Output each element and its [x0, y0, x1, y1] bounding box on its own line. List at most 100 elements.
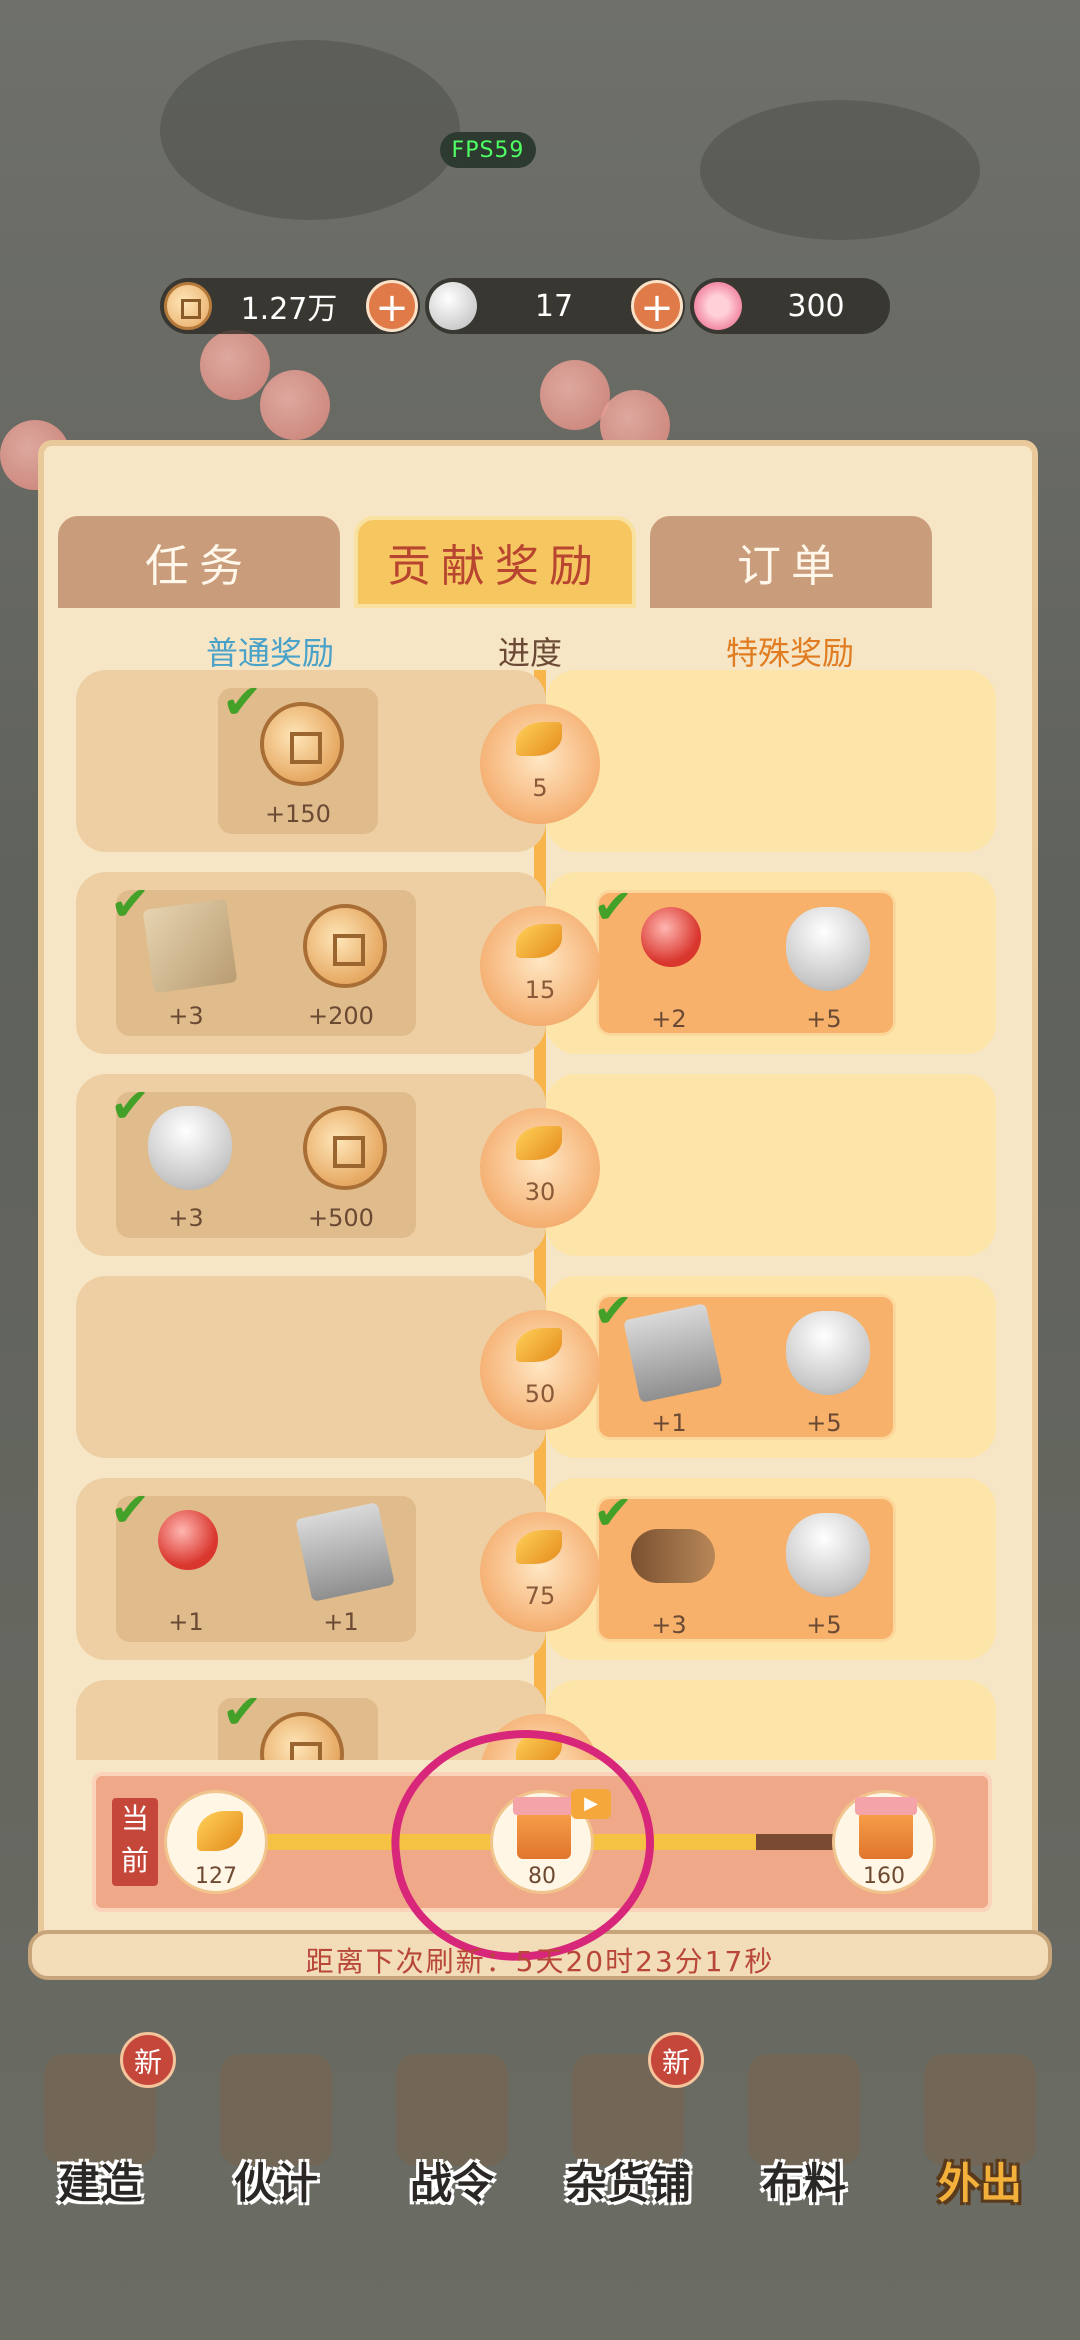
- nav-go-out[interactable]: 外出: [900, 2040, 1060, 2220]
- tab-contribution-rewards[interactable]: 贡献奖励: [354, 516, 636, 608]
- reward-quantity: +3: [168, 1204, 204, 1232]
- reward-row: +1 ✔ +1 +3 ✔ +5 75: [76, 1478, 996, 1660]
- reward-item[interactable]: +5: [754, 893, 894, 1039]
- reward-quantity: +1: [651, 1409, 687, 1437]
- special-reward-area: [546, 670, 996, 852]
- nav-general-store[interactable]: 新 杂货铺: [548, 2032, 708, 2220]
- silver-ingot-icon: [148, 1106, 232, 1190]
- reward-quantity: +500: [308, 1204, 374, 1232]
- reward-row: +3 ✔ +500 30: [76, 1074, 996, 1256]
- add-silver-button[interactable]: +: [631, 280, 683, 332]
- header-special-rewards: 特殊奖励: [725, 634, 854, 672]
- special-reward-area: [546, 1074, 996, 1256]
- special-reward-area: +1 ✔ +5: [546, 1276, 996, 1458]
- gift-box-icon: [855, 1797, 917, 1859]
- reward-list[interactable]: +150 ✔ 5 +3 ✔ +200 +2 ✔ +5 15 +3 ✔ +500 30 +1 ✔ +5 50 +1 ✔ +…: [76, 670, 996, 1760]
- currency-bar: 1.27万 + 17 + 300: [160, 278, 895, 334]
- nav-label: 外出: [937, 2159, 1022, 2208]
- refresh-countdown: 距离下次刷新：5天20时23分17秒: [305, 1945, 775, 1978]
- silver-ingot-icon: [786, 907, 870, 991]
- progress-threshold: 75: [524, 1582, 556, 1610]
- silver-ingot-icon: [786, 1311, 870, 1395]
- nav-build[interactable]: 新 建造: [20, 2032, 180, 2220]
- reward-item[interactable]: +1: [271, 1496, 411, 1642]
- claimed-check-icon: ✔: [110, 876, 151, 932]
- current-label: 当前: [112, 1798, 158, 1886]
- header-normal-rewards: 普通奖励: [205, 634, 334, 672]
- reward-item[interactable]: +500: [271, 1092, 411, 1238]
- normal-reward-card[interactable]: +1 ✔ +1: [110, 1486, 416, 1642]
- normal-reward-card[interactable]: +3 ✔ +500: [110, 1082, 416, 1238]
- progress-node: 5: [470, 704, 610, 824]
- progress-node: 50: [470, 1310, 610, 1430]
- copper-coin-icon: [260, 702, 344, 786]
- reward-item[interactable]: +3 ✔: [110, 880, 256, 1036]
- reward-quantity: +5: [806, 1611, 842, 1639]
- normal-reward-card[interactable]: +150 ✔: [218, 678, 378, 834]
- add-copper-button[interactable]: +: [366, 280, 418, 332]
- claimed-check-icon: ✔: [110, 1078, 151, 1134]
- tab-tasks[interactable]: 任务: [58, 516, 340, 608]
- claimed-check-icon: ✔: [222, 674, 263, 730]
- special-reward-card[interactable]: +1 ✔ +5: [593, 1287, 896, 1443]
- normal-reward-card[interactable]: +3 ✔ +200: [110, 880, 416, 1036]
- reward-item[interactable]: ✔: [222, 1688, 368, 1760]
- reward-item[interactable]: +3 ✔: [110, 1082, 256, 1238]
- nav-fabric[interactable]: 布料: [724, 2040, 884, 2220]
- reward-item[interactable]: +150 ✔: [222, 678, 368, 834]
- progress-node: 30: [470, 1108, 610, 1228]
- progress-threshold: 30: [524, 1178, 556, 1206]
- reward-quantity: +5: [806, 1409, 842, 1437]
- currency-copper-value: 1.27万: [240, 292, 338, 327]
- currency-blossom: 300: [690, 278, 890, 334]
- milestone-gift-160[interactable]: 160: [832, 1790, 936, 1894]
- reward-quantity: +150: [265, 800, 331, 828]
- nav-label: 建造: [57, 2159, 142, 2208]
- silver-ingot-icon: [429, 282, 477, 330]
- reward-row: +3 ✔ +200 +2 ✔ +5 15: [76, 872, 996, 1054]
- nav-battle-pass[interactable]: 战令: [372, 2040, 532, 2220]
- new-badge: 新: [120, 2032, 176, 2088]
- reward-item[interactable]: +5: [754, 1297, 894, 1443]
- copper-coin-icon: [303, 904, 387, 988]
- currency-copper: 1.27万 +: [160, 278, 420, 334]
- reward-item[interactable]: +2 ✔: [593, 883, 739, 1039]
- new-badge: 新: [648, 2032, 704, 2088]
- fps-counter: FPS59: [440, 132, 536, 168]
- copper-coin-icon: [260, 1712, 344, 1760]
- pearl-icon: [641, 907, 701, 967]
- progress-threshold: 50: [524, 1380, 556, 1408]
- copper-coin-icon: [164, 282, 212, 330]
- tab-bar: 任务 贡献奖励 订单: [58, 516, 932, 608]
- column-headers: 普通奖励 进度 特殊奖励: [100, 628, 980, 674]
- progress-node: 15: [470, 906, 610, 1026]
- book-icon: [295, 1502, 395, 1602]
- tab-orders[interactable]: 订单: [650, 516, 932, 608]
- reward-row: +150 ✔ 5: [76, 670, 996, 852]
- silver-ingot-icon: [786, 1513, 870, 1597]
- nav-label: 战令: [409, 2159, 494, 2208]
- blossom-icon: [694, 282, 742, 330]
- reward-item[interactable]: +5: [754, 1499, 894, 1645]
- special-reward-area: +2 ✔ +5: [546, 872, 996, 1054]
- normal-reward-card[interactable]: ✔: [218, 1688, 378, 1760]
- currency-silver: 17 +: [425, 278, 685, 334]
- special-reward-card[interactable]: +2 ✔ +5: [593, 883, 896, 1039]
- reward-row: +1 ✔ +5 50: [76, 1276, 996, 1458]
- reward-item[interactable]: +200: [271, 890, 411, 1036]
- contribution-leaf-icon: [197, 1811, 243, 1851]
- reward-quantity: +200: [308, 1002, 374, 1030]
- current-points-node: 127: [164, 1790, 268, 1894]
- pearl-icon: [158, 1510, 218, 1570]
- header-progress: 进度: [497, 634, 562, 672]
- special-reward-area: +3 ✔ +5: [546, 1478, 996, 1660]
- special-reward-card[interactable]: +3 ✔ +5: [593, 1489, 896, 1645]
- bottom-nav: 新 建造 伙计 战令 新 杂货铺 布料 外出: [20, 2032, 1060, 2220]
- nav-staff[interactable]: 伙计: [196, 2040, 356, 2220]
- reward-item[interactable]: +1 ✔: [593, 1287, 739, 1443]
- progress-node: 75: [470, 1512, 610, 1632]
- reward-item[interactable]: +1 ✔: [110, 1486, 256, 1642]
- reward-item[interactable]: +3 ✔: [593, 1489, 739, 1645]
- reward-quantity: +1: [168, 1608, 204, 1636]
- progress-threshold: 15: [524, 976, 556, 1004]
